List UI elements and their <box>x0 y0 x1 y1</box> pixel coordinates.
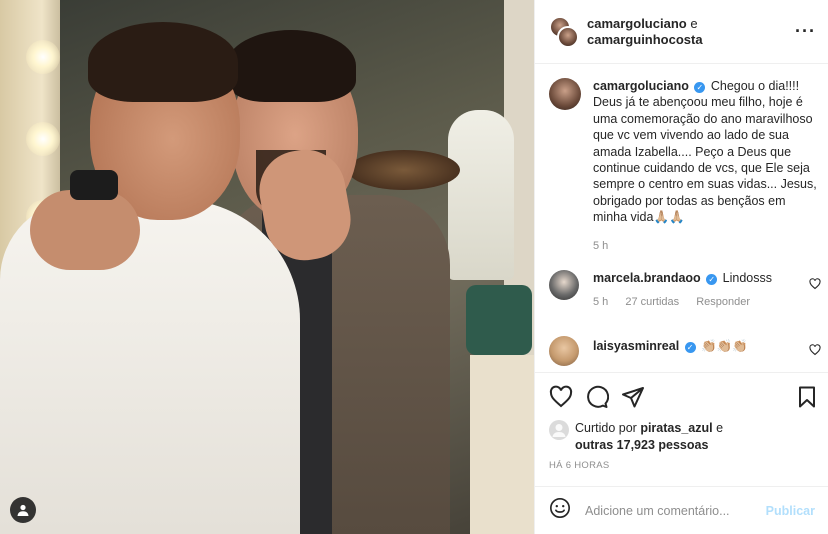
comment-meta: 5 h 27 curtidas Responder <box>593 296 772 308</box>
comment-input[interactable]: Adicione um comentário... <box>585 504 766 518</box>
post-photo[interactable] <box>0 0 534 534</box>
avatar[interactable] <box>549 336 579 366</box>
comment-text: 👏🏼👏🏼👏🏼 <box>701 339 748 353</box>
comment-username[interactable]: laisyasminreal <box>593 339 679 353</box>
author-conjunction: e <box>690 15 698 31</box>
mirror-bulb <box>26 40 60 74</box>
comment-icon[interactable] <box>585 385 610 409</box>
share-icon[interactable] <box>621 385 645 409</box>
save-bookmark-icon[interactable] <box>795 385 819 409</box>
like-icon[interactable] <box>549 385 573 409</box>
wrist-watch <box>70 170 118 200</box>
caption-timestamp[interactable]: 5 h <box>593 240 821 252</box>
comment-text: Lindosss <box>722 271 772 285</box>
verified-badge-icon: ✓ <box>684 342 696 353</box>
avatar[interactable] <box>549 270 579 300</box>
post-header: camargoluciano e camarguinhocosta ··· <box>535 0 828 64</box>
person-right-hair <box>226 30 356 102</box>
post-actions <box>535 372 828 420</box>
avatar[interactable] <box>549 420 569 440</box>
mirror-bulb <box>26 122 60 156</box>
comment-item: laisyasminreal ✓ 👏🏼👏🏼👏🏼 <box>549 336 821 366</box>
avatar[interactable] <box>549 78 581 110</box>
author-username[interactable]: camargoluciano <box>587 16 687 31</box>
post-sidebar: camargoluciano e camarguinhocosta ··· ca… <box>534 0 828 534</box>
user-tag-icon[interactable] <box>10 497 36 523</box>
comment-likes[interactable]: 27 curtidas <box>625 296 679 308</box>
liker-username[interactable]: piratas_azul <box>640 421 712 435</box>
verified-badge-icon: ✓ <box>706 274 718 285</box>
reply-button[interactable]: Responder <box>696 296 750 308</box>
person-left-arm <box>30 190 140 270</box>
counter <box>470 355 534 534</box>
add-comment-bar: Adicione um comentário... Publicar <box>535 486 828 534</box>
comment-like-icon[interactable] <box>809 344 821 359</box>
comment-item: marcela.brandaoo ✓ Lindosss 5 h 27 curti… <box>549 270 821 308</box>
more-options-icon[interactable]: ··· <box>795 22 816 40</box>
post-caption: camargoluciano ✓ Chegou o dia!!!! Deus j… <box>549 78 821 252</box>
comment-body: laisyasminreal ✓ 👏🏼👏🏼👏🏼 <box>593 338 748 354</box>
post-timestamp[interactable]: HÁ 6 HORAS <box>549 460 610 471</box>
caption-body: camargoluciano ✓ Chegou o dia!!!! Deus j… <box>593 78 821 226</box>
liked-by: Curtido por piratas_azul e outras 17,923… <box>549 420 723 453</box>
post-authors: camargoluciano e camarguinhocosta <box>587 16 703 48</box>
caption-username[interactable]: camargoluciano <box>593 79 689 93</box>
publish-button[interactable]: Publicar <box>766 504 815 518</box>
verified-badge-icon: ✓ <box>694 82 706 93</box>
comment-time[interactable]: 5 h <box>593 296 608 308</box>
comment-username[interactable]: marcela.brandaoo <box>593 271 701 285</box>
emoji-icon[interactable] <box>549 497 571 524</box>
background-bag <box>466 285 532 355</box>
person-left-hair <box>88 22 238 102</box>
caption-text: Chegou o dia!!!! Deus já te abençoou meu… <box>593 79 817 225</box>
likes-text: Curtido por piratas_azul e outras 17,923… <box>575 420 723 453</box>
likes-conjunction: e <box>716 421 724 435</box>
comment-body: marcela.brandaoo ✓ Lindosss <box>593 270 772 286</box>
background-hat <box>348 150 460 190</box>
likes-prefix: Curtido por <box>575 421 637 435</box>
avatar[interactable] <box>557 25 579 48</box>
author-username[interactable]: camarguinhocosta <box>587 32 703 47</box>
background-decor <box>448 110 514 280</box>
collab-avatars[interactable] <box>549 15 579 48</box>
likes-others[interactable]: outras 17,923 pessoas <box>575 438 708 452</box>
comment-like-icon[interactable] <box>809 278 821 293</box>
